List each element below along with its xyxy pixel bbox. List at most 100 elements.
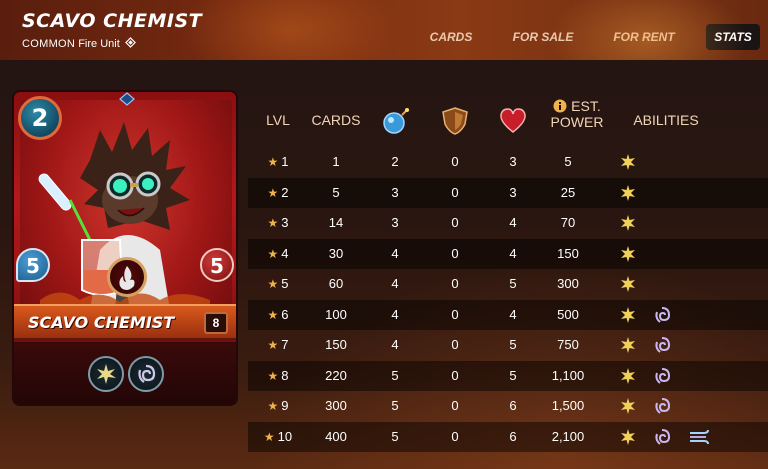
level-value: 5 [281,276,289,291]
blast-ability-icon[interactable] [618,427,638,447]
blast-ability-icon[interactable] [618,396,638,416]
header-power-line1: EST. [571,98,601,114]
level-value: 4 [281,245,289,261]
swirl-ability-icon[interactable] [652,335,672,355]
cards-cell: 150 [325,337,347,352]
magic-cell: 5 [391,398,399,413]
table-row: ★ 9 300 5 0 6 1,500 [248,391,768,421]
level-cell: ★ 7 [252,330,304,360]
blast-ability-icon[interactable] [618,366,638,386]
tab-cards[interactable]: CARDS [418,24,484,50]
cards-cell: 14 [328,215,344,230]
power-cell: 70 [560,215,576,230]
armor-cell: 0 [451,398,459,413]
cards-cell: 1 [332,154,340,169]
magic-cell: 4 [391,245,399,261]
table-row: ★ 7 150 4 0 5 750 [248,330,768,360]
blast-ability-icon[interactable] [618,274,638,294]
power-cell: 500 [557,306,579,322]
blast-ability-icon[interactable] [618,305,638,325]
header-est-power: EST. POWER [533,98,621,148]
level-value: 10 [277,428,293,444]
card-level-badge: 8 [204,312,228,334]
star-icon: ★ [263,429,275,444]
swirl-ability-icon[interactable] [652,366,672,386]
wind-ability-icon[interactable] [688,427,709,447]
armor-cell: 0 [451,337,459,352]
star-icon: ★ [267,185,279,200]
table-row: ★ 1 1 2 0 3 5 [248,147,768,177]
tab-for-sale[interactable]: FOR SALE [506,24,580,50]
power-cell: 5 [564,154,572,169]
page-header: SCAVO CHEMIST COMMON Fire Unit CARDS FOR… [0,0,768,60]
level-value: 6 [281,306,289,322]
armor-cell: 0 [451,428,459,444]
armor-cell: 0 [451,276,459,291]
swirl-ability-icon[interactable] [652,305,672,325]
health-cell: 5 [509,367,517,383]
power-cell: 1,500 [551,398,585,413]
tab-for-rent[interactable]: FOR RENT [606,24,682,50]
level-cell: ★ 4 [252,239,304,269]
level-value: 8 [281,367,289,383]
health-cell: 5 [509,276,517,291]
power-cell: 25 [560,184,576,200]
health-cell: 4 [509,215,517,230]
table-row: ★ 10 400 5 0 6 2,100 [248,421,768,452]
swirl-ability-icon[interactable] [128,356,164,392]
magic-cell: 4 [391,306,399,322]
armor-cell: 0 [451,184,459,200]
table-row: ★ 8 220 5 0 5 1,100 [248,360,768,391]
swirl-ability-icon[interactable] [652,427,672,447]
blast-ability-icon[interactable] [618,213,638,233]
speed-stat: 5 [16,248,50,282]
level-cell: ★ 10 [252,422,304,452]
info-icon[interactable] [553,99,567,113]
armor-cell: 0 [451,154,459,169]
blast-ability-icon[interactable] [618,335,638,355]
magic-cell: 4 [391,276,399,291]
magic-cell: 5 [391,428,399,444]
mana-cost: 2 [18,96,62,140]
fire-element-icon [107,257,147,297]
power-cell: 150 [557,245,579,261]
cards-cell: 300 [325,398,347,413]
star-icon: ★ [267,216,279,230]
armor-cell: 0 [451,367,459,383]
blast-ability-icon[interactable] [618,244,638,264]
armor-cell: 0 [451,245,459,261]
level-cell: ★ 8 [252,361,304,391]
magic-cell: 3 [391,215,399,230]
health-cell: 5 [509,337,517,352]
table-row: ★ 3 14 3 0 4 70 [248,208,768,238]
magic-cell: 5 [391,367,399,383]
level-value: 7 [281,337,289,352]
header-power-line2: POWER [550,114,604,131]
star-icon: ★ [267,277,279,291]
cards-cell: 60 [328,276,344,291]
magic-cell: 3 [391,184,399,200]
armor-cell: 0 [451,306,459,322]
blast-ability-icon[interactable] [618,152,638,172]
health-cell: 3 [509,184,517,200]
blast-ability-icon[interactable] [88,356,124,392]
card-name: SCAVO CHEMIST [28,313,175,332]
cards-cell: 100 [325,306,347,322]
level-cell: ★ 3 [252,208,304,238]
table-row: ★ 5 60 4 0 5 300 [248,269,768,299]
tab-stats[interactable]: STATS [706,24,760,50]
level-value: 1 [281,154,289,169]
level-value: 9 [281,398,289,413]
power-cell: 2,100 [551,428,585,444]
star-icon: ★ [267,155,279,169]
star-icon: ★ [267,368,279,383]
blast-ability-icon[interactable] [618,183,638,203]
health-cell: 3 [509,154,517,169]
cards-cell: 220 [325,367,347,383]
health-cell: 6 [509,398,517,413]
swirl-ability-icon[interactable] [652,396,672,416]
card-image[interactable]: 2 5 5 SCAVO CHEMIST 8 [12,90,238,406]
health-cell: 4 [509,245,517,261]
health-cell: 4 [509,306,517,322]
table-row: ★ 4 30 4 0 4 150 [248,238,768,269]
